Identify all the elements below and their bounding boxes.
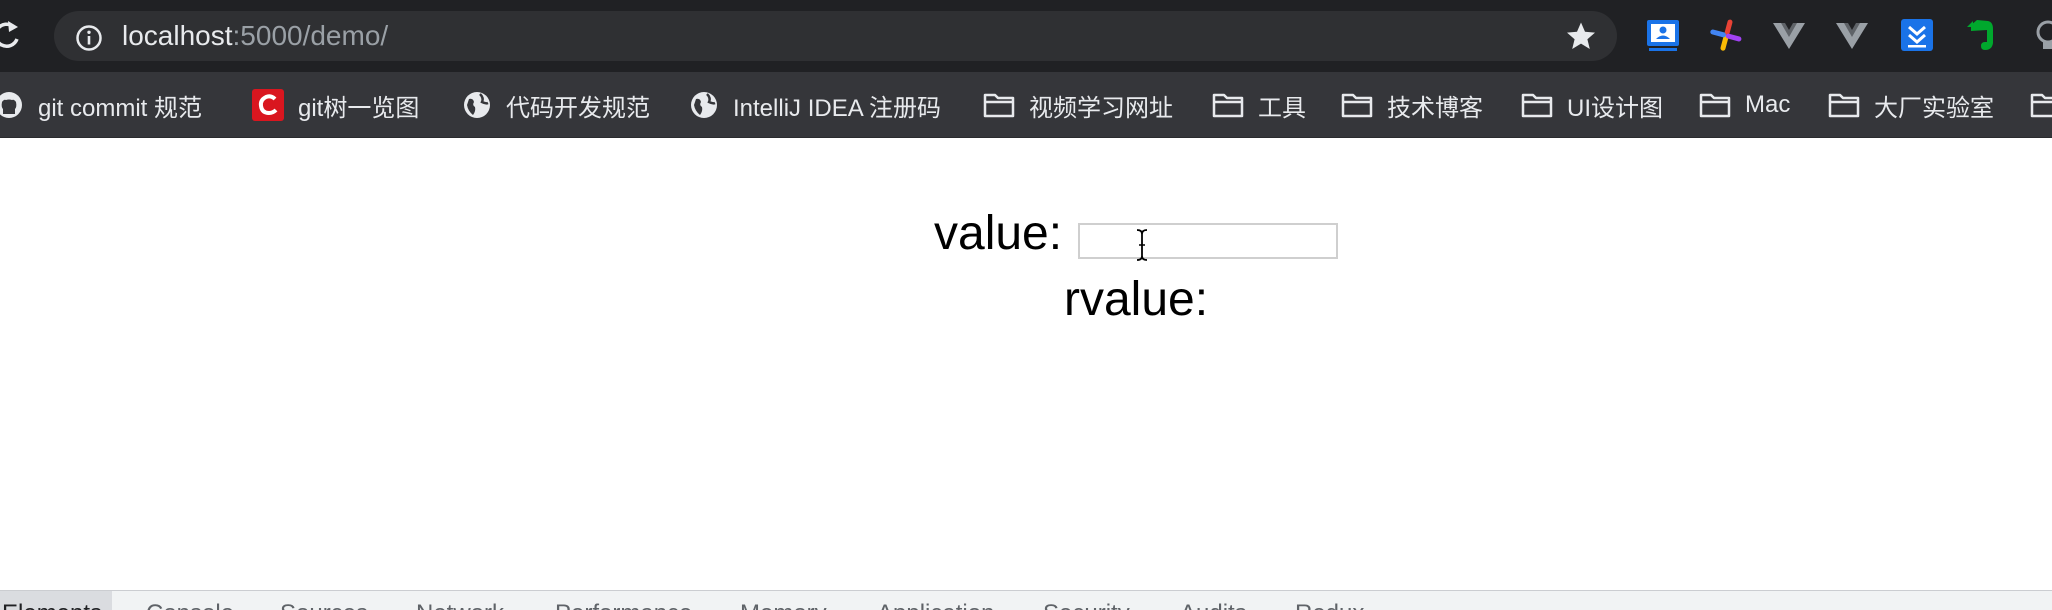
bookmark-label: IntelliJ IDEA 注册码 (733, 94, 942, 122)
vue-devtools-icon[interactable] (1834, 17, 1870, 53)
bookmark-item[interactable]: git树一览图 (252, 72, 419, 138)
bookmark-label: git树一览图 (298, 94, 420, 122)
vue-devtools-icon[interactable] (1771, 17, 1807, 53)
folder-icon (1521, 93, 1553, 118)
folder-icon (1699, 93, 1731, 118)
bulb-icon[interactable] (2030, 17, 2052, 53)
bookmark-label: git commit 规范 (38, 94, 203, 122)
devtools-tab-audits[interactable]: Audits (1180, 599, 1247, 610)
bookmark-label: 代码开发规范 (506, 94, 650, 122)
bookmark-label: 技术博客 (1387, 94, 1483, 122)
devtools-tab-performance[interactable]: Performance (555, 599, 692, 610)
github-icon (0, 92, 22, 118)
devtools-tab-application[interactable]: Application (877, 599, 994, 610)
devtools-tab-elements[interactable]: Elements (0, 591, 113, 610)
bookmark-label: UI设计图 (1567, 94, 1663, 122)
devtools-tab-console[interactable]: Console (146, 599, 234, 610)
pinwheel-icon[interactable] (1708, 17, 1744, 53)
page-content: value: rvalue: (0, 138, 2052, 590)
bookmark-label: 工具 (1258, 94, 1306, 122)
bookmark-star-icon[interactable] (1566, 21, 1596, 51)
devtools-tab-sources[interactable]: Sources (280, 599, 368, 610)
devtools-tab-strip: Elements Console Sources Network Perform… (0, 590, 2052, 610)
meeting-screen-icon[interactable] (1645, 17, 1681, 53)
bookmark-item[interactable]: 工具 (1212, 72, 1306, 138)
bookmarks-bar: git commit 规范 git树一览图 代码开发规范 IntelliJ ID… (0, 72, 2052, 138)
text-cursor-icon (1136, 229, 1148, 261)
browser-toolbar: localhost:5000/demo/ (0, 0, 2052, 72)
download-arrows-icon[interactable] (1899, 17, 1935, 53)
bookmark-overflow-folder[interactable] (2030, 72, 2052, 138)
bookmark-item[interactable]: 代码开发规范 (462, 72, 650, 138)
bookmark-item[interactable]: git commit 规范 (0, 72, 202, 138)
devtools-tab-redux[interactable]: Redux (1295, 599, 1364, 610)
devtools-tab-memory[interactable]: Memory (740, 599, 827, 610)
c-logo-icon (252, 89, 284, 121)
bookmark-item[interactable]: Mac (1699, 72, 1790, 138)
reload-icon[interactable] (0, 17, 24, 53)
url-text[interactable]: localhost:5000/demo/ (122, 19, 388, 53)
folder-icon (1212, 93, 1244, 118)
value-label: value: (934, 207, 1063, 260)
folder-icon (1828, 93, 1860, 118)
bookmark-item[interactable]: UI设计图 (1521, 72, 1663, 138)
folder-icon (1341, 93, 1373, 118)
devtools-tab-network[interactable]: Network (416, 599, 504, 610)
url-host: localhost (122, 20, 233, 51)
bookmark-label: Mac (1745, 91, 1791, 118)
bookmark-item[interactable]: 大厂实验室 (1828, 72, 1994, 138)
rvalue-label: rvalue: (1064, 273, 1209, 326)
value-input[interactable] (1078, 223, 1338, 259)
bookmark-item[interactable]: 视频学习网址 (983, 72, 1173, 138)
folder-icon (983, 93, 1015, 118)
bookmark-item[interactable]: 技术博客 (1341, 72, 1483, 138)
devtools-tab-security[interactable]: Security (1043, 599, 1130, 610)
bookmark-label: 大厂实验室 (1874, 94, 1994, 122)
globe-icon (691, 92, 717, 118)
folder-icon (2030, 93, 2052, 118)
bookmark-label: 视频学习网址 (1029, 94, 1173, 122)
bookmark-item[interactable]: IntelliJ IDEA 注册码 (689, 72, 941, 138)
url-path: :5000/demo/ (232, 20, 389, 51)
globe-icon (464, 92, 490, 118)
info-icon[interactable] (75, 24, 103, 52)
evernote-icon[interactable] (1962, 17, 1998, 53)
